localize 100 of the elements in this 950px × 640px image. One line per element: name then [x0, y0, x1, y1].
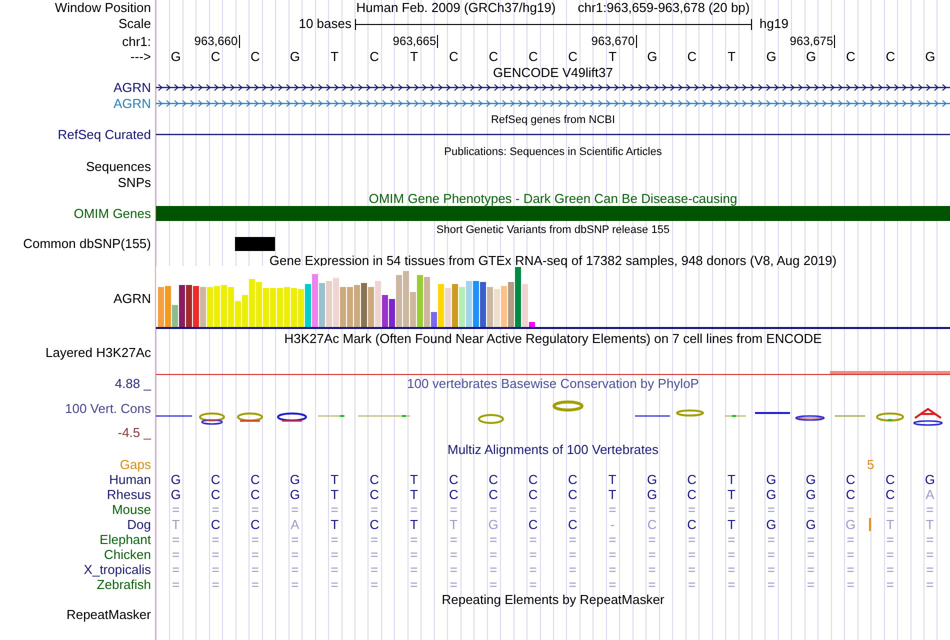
- aligned-base: =: [251, 532, 260, 547]
- track-title: H3K27Ac Mark (Often Found Near Active Regulatory Elements) on 7 cell lines from ENCODE: [283, 332, 823, 346]
- aligned-base: =: [807, 547, 815, 562]
- aligned-base: =: [251, 577, 260, 592]
- aligned-base: T: [172, 517, 180, 532]
- aligned-base: =: [767, 547, 775, 562]
- aligned-base: =: [212, 502, 220, 517]
- assembly-label: hg19: [760, 16, 788, 31]
- axis-max-label: 4.88 _: [114, 377, 151, 391]
- aligned-base: =: [529, 562, 537, 577]
- variant-mark: [235, 237, 276, 251]
- position-tick-label: 963,665: [392, 35, 438, 48]
- aligned-base: =: [568, 577, 577, 592]
- species-label: X_tropicalis: [84, 562, 151, 577]
- aligned-base: =: [251, 502, 260, 517]
- aligned-base: =: [212, 547, 220, 562]
- aligned-base: =: [608, 577, 616, 592]
- aligned-base: T: [410, 517, 418, 532]
- aligned-base: =: [886, 547, 894, 562]
- base-letter: C: [687, 49, 697, 64]
- aligned-base: =: [490, 547, 498, 562]
- aligned-base: T: [450, 517, 458, 532]
- aligned-base: =: [291, 547, 299, 562]
- track-label: OMIM Genes: [74, 206, 151, 221]
- base-letter: C: [886, 49, 896, 64]
- track-label: RepeatMasker: [66, 607, 151, 622]
- gap-count: 5: [866, 457, 874, 472]
- aligned-base: =: [330, 502, 338, 517]
- aligned-base: C: [250, 487, 260, 502]
- base-letter: T: [608, 49, 617, 64]
- position-tick-label: 963,670: [591, 35, 637, 48]
- aligned-base: =: [648, 562, 656, 577]
- aligned-base: =: [330, 532, 338, 547]
- base-letter: G: [925, 49, 936, 64]
- aligned-base: =: [846, 532, 854, 547]
- aligned-base: G: [766, 472, 776, 487]
- aligned-base: C: [846, 472, 856, 487]
- aligned-base: =: [807, 532, 815, 547]
- aligned-base: =: [728, 562, 736, 577]
- aligned-base: T: [410, 487, 418, 502]
- aligned-base: =: [767, 532, 775, 547]
- aligned-base: =: [450, 577, 458, 592]
- aligned-base: C: [210, 472, 220, 487]
- aligned-base: =: [172, 577, 180, 592]
- aligned-base: G: [766, 487, 776, 502]
- aligned-base: T: [926, 517, 934, 532]
- aligned-base: =: [886, 532, 894, 547]
- species-label: Elephant: [100, 532, 151, 547]
- aligned-base: =: [370, 502, 378, 517]
- track-label: Scale: [118, 16, 151, 31]
- aligned-base: C: [250, 472, 260, 487]
- aligned-base: T: [886, 517, 894, 532]
- aligned-base: =: [648, 577, 656, 592]
- aligned-base: C: [528, 487, 538, 502]
- species-label: Dog: [127, 517, 151, 532]
- aligned-base: G: [290, 472, 300, 487]
- aligned-base: =: [688, 502, 696, 517]
- aligned-base: =: [728, 577, 736, 592]
- aligned-base: =: [568, 547, 577, 562]
- aligned-base: =: [291, 562, 299, 577]
- aligned-base: G: [170, 487, 181, 502]
- aligned-base: =: [886, 562, 894, 577]
- aligned-base: =: [291, 577, 299, 592]
- track-label: Common dbSNP(155): [23, 236, 151, 251]
- aligned-base: =: [212, 532, 220, 547]
- aligned-base: A: [926, 487, 934, 502]
- position-title: chr1:963,659-963,678 (20 bp): [578, 0, 750, 16]
- aligned-base: =: [529, 577, 537, 592]
- aligned-base: =: [410, 562, 418, 577]
- aligned-base: =: [251, 547, 260, 562]
- aligned-base: =: [608, 547, 616, 562]
- aligned-base: G: [924, 472, 935, 487]
- aligned-base: =: [490, 532, 498, 547]
- scale-length-label: 10 bases: [298, 16, 352, 31]
- aligned-base: G: [488, 517, 498, 532]
- aligned-base: C: [250, 517, 260, 532]
- aligned-base: C: [528, 517, 538, 532]
- aligned-base: =: [688, 532, 696, 547]
- aligned-base: =: [370, 577, 378, 592]
- aligned-base: C: [210, 487, 220, 502]
- aligned-base: G: [647, 487, 658, 502]
- aligned-base: =: [728, 547, 736, 562]
- aligned-base: =: [450, 532, 458, 547]
- aligned-base: =: [490, 502, 498, 517]
- base-letter: T: [330, 49, 339, 64]
- aligned-base: C: [687, 472, 696, 487]
- track-title: GENCODE V49lift37: [492, 66, 614, 80]
- base-letter: C: [488, 49, 498, 64]
- track-title: Short Genetic Variants from dbSNP release 155: [435, 223, 671, 237]
- aligned-base: =: [172, 547, 180, 562]
- aligned-base: G: [647, 472, 658, 487]
- aligned-base: G: [170, 472, 181, 487]
- assembly-title: Human Feb. 2009 (GRCh37/hg19): [356, 0, 556, 16]
- aligned-base: =: [370, 562, 378, 577]
- aligned-base: =: [608, 532, 616, 547]
- aligned-base: =: [926, 562, 934, 577]
- base-letter: T: [410, 49, 418, 64]
- aligned-base: =: [648, 547, 656, 562]
- aligned-base: C: [568, 472, 578, 487]
- aligned-base: C: [886, 472, 895, 487]
